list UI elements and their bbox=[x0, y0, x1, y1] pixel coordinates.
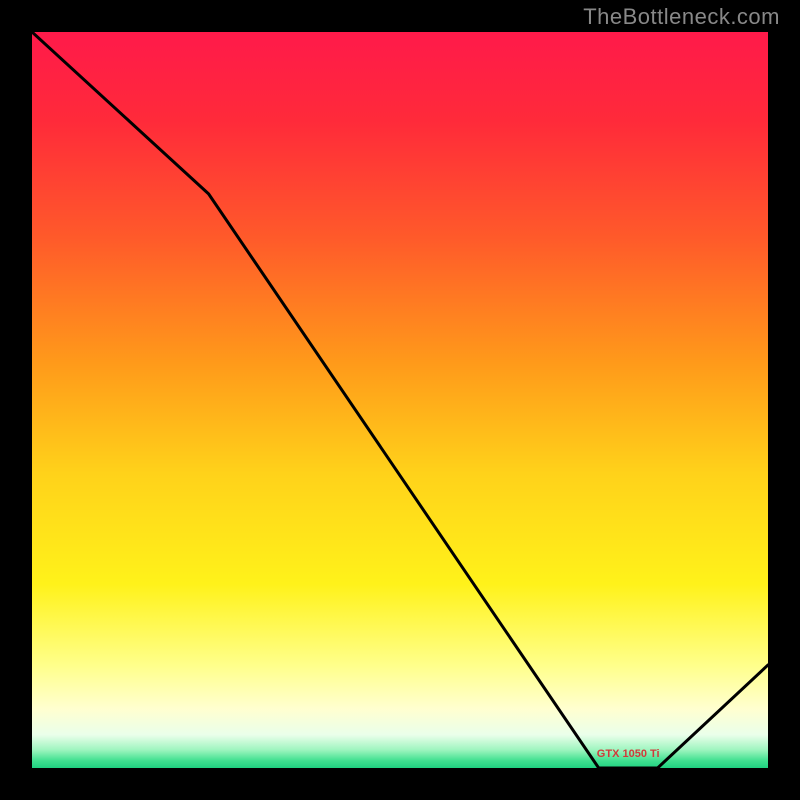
data-curve bbox=[32, 32, 768, 768]
watermark-text: TheBottleneck.com bbox=[583, 4, 780, 30]
plot-area: GTX 1050 Ti bbox=[32, 32, 768, 768]
chart-container: TheBottleneck.com GTX 1050 Ti bbox=[0, 0, 800, 800]
series-annotation: GTX 1050 Ti bbox=[597, 748, 660, 760]
chart-line-layer: GTX 1050 Ti bbox=[32, 32, 768, 768]
